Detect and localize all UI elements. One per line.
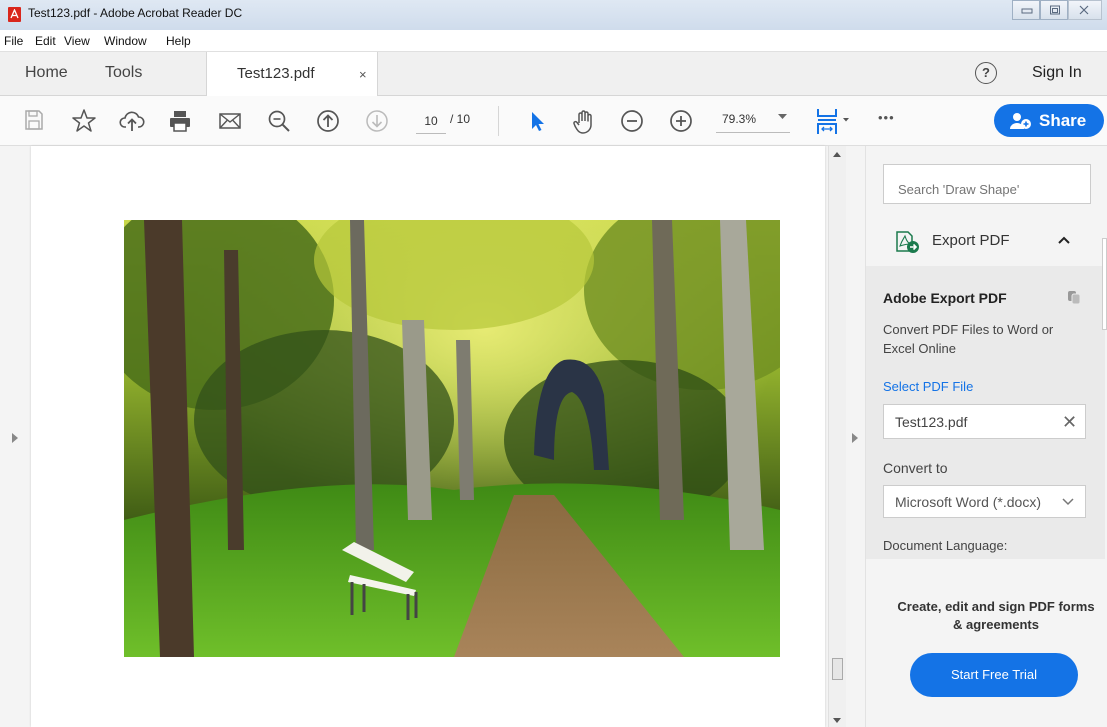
copy-documents-icon[interactable]: [1066, 289, 1082, 305]
menu-window[interactable]: Window: [104, 34, 147, 48]
tab-document[interactable]: Test123.pdf ×: [206, 52, 378, 96]
window-title: Test123.pdf - Adobe Acrobat Reader DC: [28, 6, 243, 20]
clear-file-icon[interactable]: ✕: [1062, 412, 1077, 433]
page-up-icon[interactable]: [315, 108, 341, 134]
tab-document-label: Test123.pdf: [237, 65, 315, 82]
share-button[interactable]: Share: [994, 104, 1104, 137]
share-user-icon: [1010, 113, 1031, 129]
toolbar: / 10 79.3% ••• Share: [0, 96, 1107, 146]
right-pane-collapse-icon[interactable]: [851, 432, 859, 444]
menu-edit[interactable]: Edit: [35, 34, 56, 48]
page-layout-icon[interactable]: [815, 106, 853, 134]
close-window-button[interactable]: [1068, 0, 1102, 20]
adobe-export-pdf-title: Adobe Export PDF: [883, 290, 1007, 306]
upload-cloud-icon[interactable]: [119, 108, 145, 134]
zoom-dropdown-caret-icon[interactable]: [778, 114, 787, 120]
convert-to-label: Convert to: [883, 460, 948, 476]
print-icon[interactable]: [167, 108, 193, 134]
tab-bar: Home Tools Test123.pdf × ? Sign In: [0, 52, 1107, 96]
left-panel-expand-icon[interactable]: [11, 432, 19, 444]
export-pdf-icon: [896, 231, 919, 253]
convert-to-value: Microsoft Word (*.docx): [895, 494, 1041, 510]
title-bar: Test123.pdf - Adobe Acrobat Reader DC: [0, 0, 1107, 30]
more-tools-icon[interactable]: •••: [878, 110, 895, 125]
zoom-out-icon[interactable]: [619, 108, 645, 134]
select-cursor-icon[interactable]: [524, 108, 550, 134]
menu-view[interactable]: View: [64, 34, 90, 48]
zoom-in-icon[interactable]: [668, 108, 694, 134]
zoom-level[interactable]: 79.3%: [722, 112, 756, 126]
document-scrollbar[interactable]: [828, 146, 846, 727]
document-language-label: Document Language:: [883, 538, 1008, 553]
chevron-down-icon: [1062, 498, 1074, 506]
menu-help[interactable]: Help: [166, 34, 191, 48]
minimize-button[interactable]: [1012, 0, 1040, 20]
page-total-label: / 10: [450, 112, 471, 126]
share-button-label: Share: [1039, 111, 1087, 130]
email-icon[interactable]: [217, 108, 243, 134]
menu-file[interactable]: File: [4, 34, 23, 48]
sign-in-link[interactable]: Sign In: [1032, 64, 1082, 82]
selected-file-name: Test123.pdf: [895, 414, 968, 430]
tab-home[interactable]: Home: [25, 64, 68, 82]
right-pane-collapse-strip[interactable]: [846, 146, 866, 727]
page-number-input[interactable]: [416, 109, 446, 134]
scroll-down-icon[interactable]: [833, 718, 841, 724]
select-pdf-file-link[interactable]: Select PDF File: [883, 379, 973, 394]
promo-text: Create, edit and sign PDF forms & agreem…: [897, 599, 1095, 632]
help-icon[interactable]: ?: [975, 62, 997, 84]
export-description: Convert PDF Files to Word or Excel Onlin…: [883, 322, 1054, 356]
tools-search-input[interactable]: [883, 164, 1091, 204]
bookmark-star-icon[interactable]: [71, 108, 97, 134]
menu-bar: File Edit View Window Help: [0, 31, 1107, 52]
tab-close-icon[interactable]: ×: [359, 67, 367, 82]
scroll-up-icon[interactable]: [833, 152, 841, 158]
save-icon[interactable]: [22, 108, 48, 134]
park-path-image: [124, 220, 780, 657]
export-pdf-header[interactable]: Export PDF: [866, 218, 1107, 266]
toolbar-divider: [498, 106, 499, 136]
tab-tools[interactable]: Tools: [105, 64, 142, 82]
chevron-up-icon[interactable]: [1058, 236, 1070, 244]
start-free-trial-button[interactable]: Start Free Trial: [910, 653, 1078, 697]
hand-tool-icon[interactable]: [570, 108, 596, 134]
acrobat-app-icon: [8, 7, 21, 22]
zoom-search-icon[interactable]: [266, 108, 292, 134]
scrollbar-thumb[interactable]: [832, 658, 843, 680]
zoom-underline: [716, 132, 790, 133]
export-pdf-header-label: Export PDF: [932, 232, 1010, 249]
maximize-button[interactable]: [1040, 0, 1068, 20]
selected-file-field[interactable]: Test123.pdf ✕: [883, 404, 1086, 439]
export-pane-scrollbar[interactable]: [1102, 238, 1107, 330]
page-down-icon[interactable]: [364, 108, 390, 134]
convert-to-dropdown[interactable]: Microsoft Word (*.docx): [883, 485, 1086, 518]
